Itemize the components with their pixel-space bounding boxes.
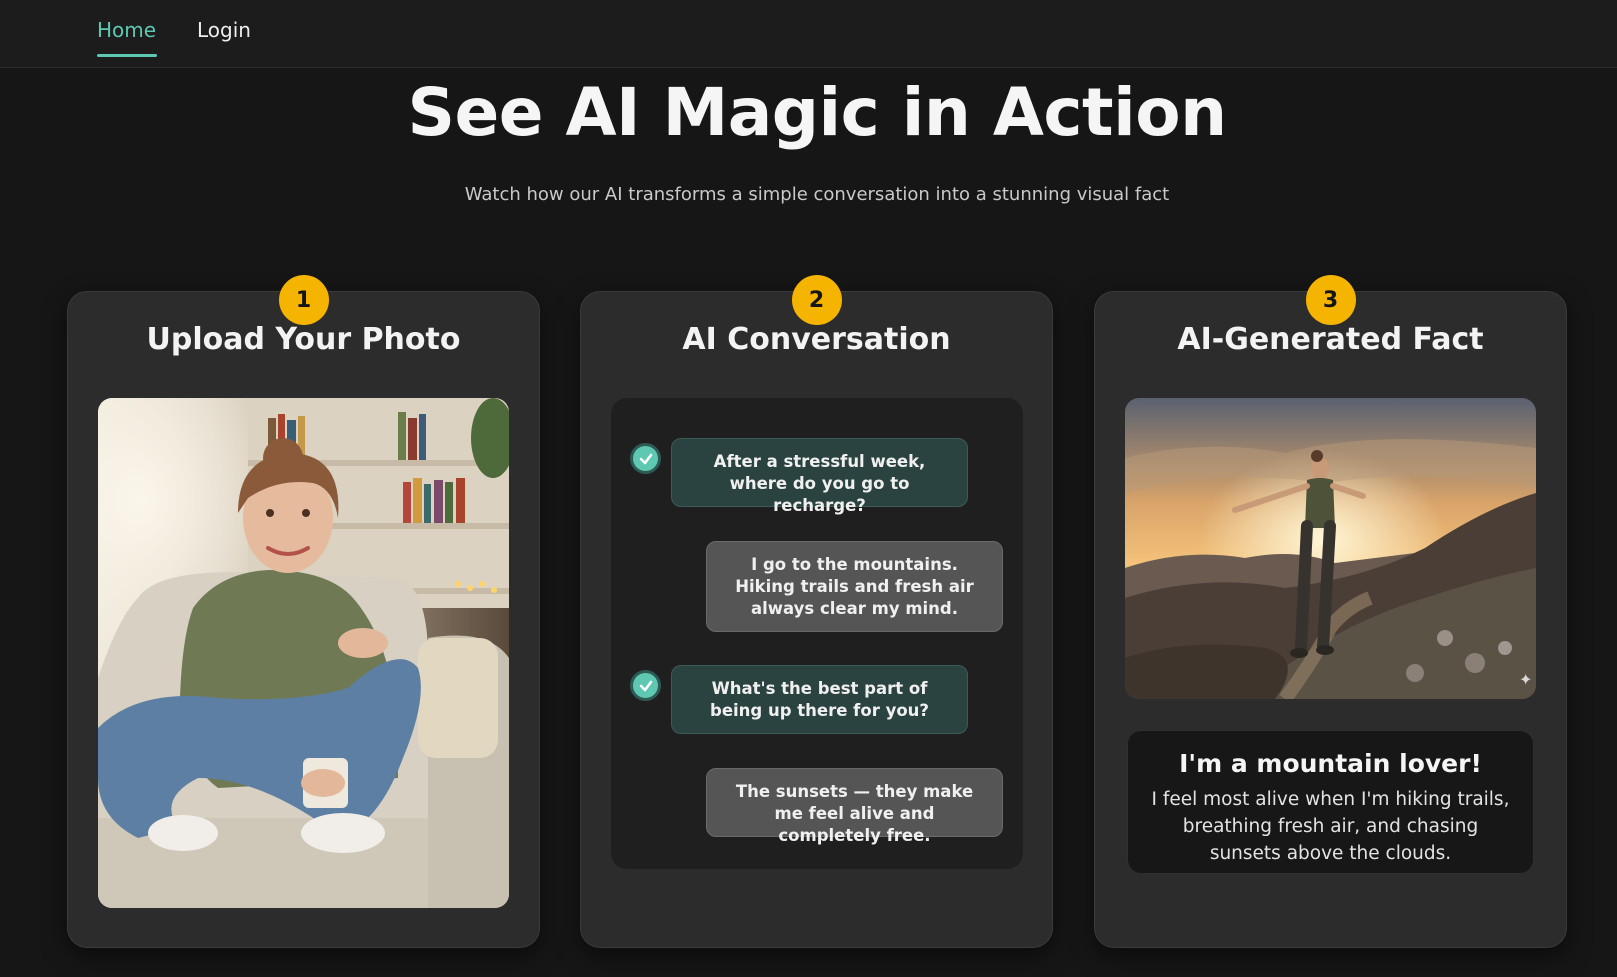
fact-text: I feel most alive when I'm hiking trails… [1151, 789, 1510, 864]
step-card-upload: 1 Upload Your Photo [67, 275, 540, 948]
uploaded-photo [98, 398, 509, 908]
fact-title: I'm a mountain lover! [1179, 749, 1482, 778]
ai-check-icon [630, 443, 661, 474]
step-title: Upload Your Photo [146, 322, 461, 357]
top-nav: Home Login [0, 0, 1617, 68]
nav-login-link[interactable]: Login [197, 18, 251, 42]
page-subtitle: Watch how our AI transforms a simple con… [464, 184, 1170, 205]
chat-message-ai: After a stressful week, where do you go … [671, 438, 968, 515]
step-card-fact: 3 AI-Generated Fact ✦ I'm a mountain lov… [1094, 275, 1567, 948]
generated-fact-image: ✦ [1125, 398, 1536, 699]
page-title: See AI Magic in Action [407, 74, 1227, 151]
chat-message-ai: What's the best part of being up there f… [671, 665, 968, 734]
step-number-badge: 1 [278, 275, 329, 325]
svg-text:✦: ✦ [1519, 670, 1532, 689]
nav-active-indicator [97, 54, 157, 57]
step-number-badge: 3 [1305, 275, 1356, 325]
chat-message-user: I go to the mountains. Hiking trails and… [706, 541, 1003, 632]
step-title: AI-Generated Fact [1177, 322, 1484, 357]
fact-card: I'm a mountain lover! I feel most alive … [1127, 730, 1534, 874]
nav-home-link[interactable]: Home [97, 18, 156, 42]
chat-message-user: The sunsets — they make me feel alive an… [706, 768, 1003, 845]
step-number-badge: 2 [791, 275, 842, 325]
ai-check-icon [630, 670, 661, 701]
step-card-conversation: 2 AI Conversation After a stressful week… [580, 275, 1053, 948]
step-title: AI Conversation [682, 322, 951, 357]
chat-panel: After a stressful week, where do you go … [611, 398, 1023, 869]
